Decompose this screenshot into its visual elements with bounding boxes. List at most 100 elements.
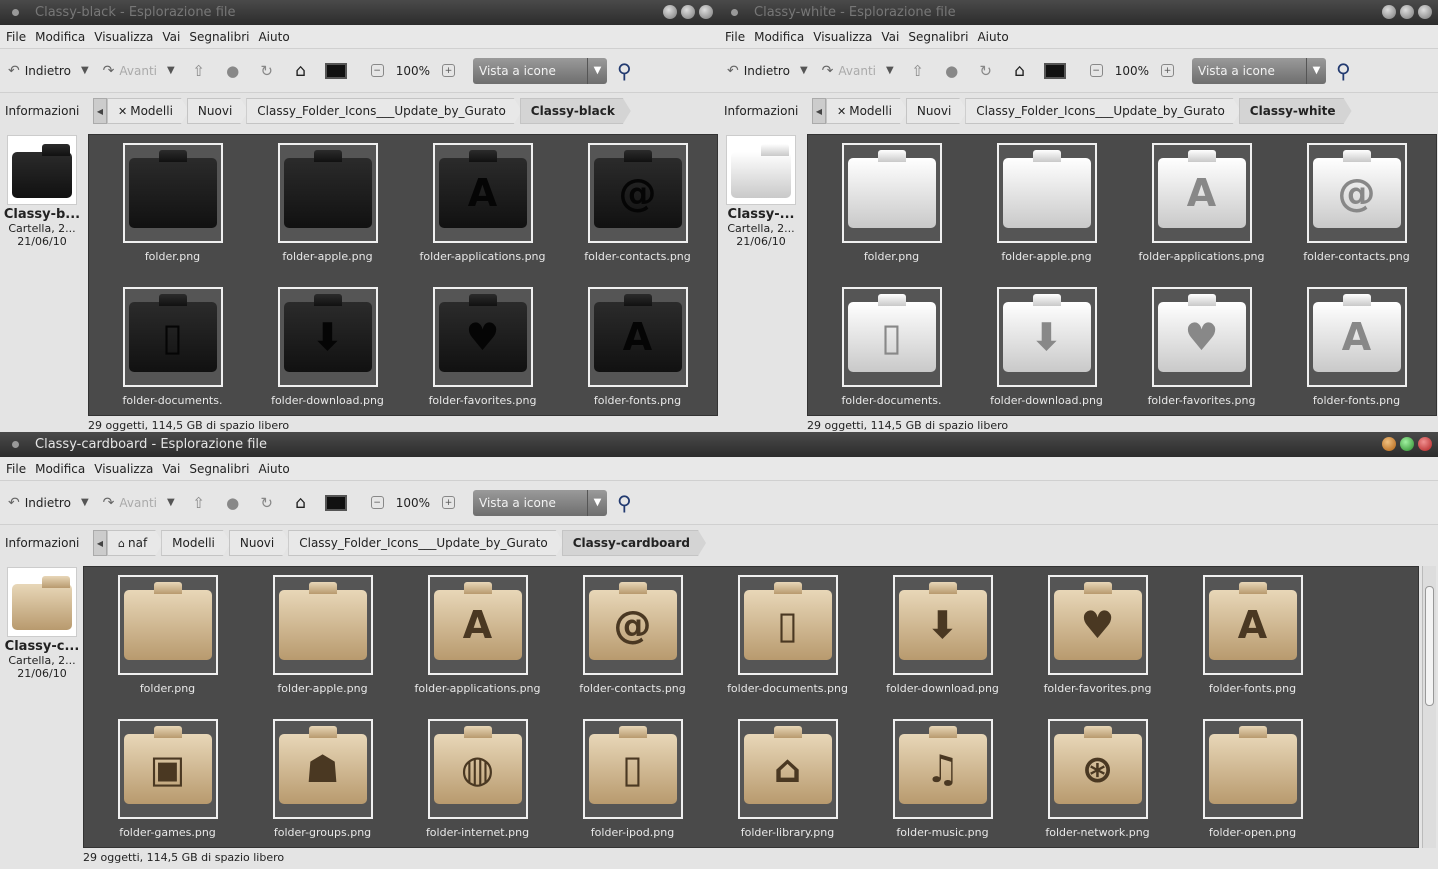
- file-name[interactable]: folder-contacts.png: [560, 249, 715, 264]
- file-item[interactable]: Afolder-fonts.png: [1175, 575, 1330, 696]
- file-name[interactable]: folder-fonts.png: [1175, 681, 1330, 696]
- menu-item[interactable]: Visualizza: [813, 30, 872, 44]
- stop-icon[interactable]: ●: [942, 61, 962, 81]
- computer-icon[interactable]: [324, 494, 347, 511]
- breadcrumb-item[interactable]: Classy-white: [1239, 98, 1352, 124]
- file-name[interactable]: folder-download.png: [250, 393, 405, 408]
- breadcrumb-item[interactable]: ✕ Modelli: [826, 98, 908, 124]
- file-thumbnail[interactable]: ♫: [892, 719, 993, 819]
- search-icon[interactable]: ⚲: [617, 491, 632, 515]
- file-name[interactable]: folder-library.png: [710, 825, 865, 840]
- breadcrumb-item[interactable]: Classy-cardboard: [562, 530, 706, 556]
- menu-item[interactable]: Vai: [162, 462, 180, 476]
- file-item[interactable]: folder-apple.png: [969, 143, 1124, 264]
- file-thumbnail[interactable]: A: [587, 287, 688, 387]
- file-thumbnail[interactable]: A: [1306, 287, 1407, 387]
- close-button[interactable]: [1418, 437, 1432, 451]
- file-thumbnail[interactable]: ♥: [1151, 287, 1252, 387]
- window-menu-icon[interactable]: [12, 441, 19, 448]
- file-thumbnail[interactable]: ▣: [117, 719, 218, 819]
- menu-item[interactable]: File: [725, 30, 745, 44]
- window-menu-icon[interactable]: [731, 9, 738, 16]
- breadcrumb-item[interactable]: Nuovi: [229, 530, 290, 556]
- file-thumbnail[interactable]: ⬇: [277, 287, 378, 387]
- file-item[interactable]: ⬇ folder-download.png: [865, 575, 1020, 696]
- file-item[interactable]: @ folder-contacts.png: [555, 575, 710, 696]
- file-item[interactable]: ♥ folder-favorites.png: [405, 287, 560, 408]
- zoom-out-icon[interactable]: −: [370, 496, 384, 509]
- title-bar[interactable]: Classy-black - Esplorazione file: [0, 0, 719, 25]
- breadcrumb-item[interactable]: Nuovi: [187, 98, 248, 124]
- breadcrumb-item[interactable]: Classy_Folder_Icons___Update_by_Gurato: [965, 98, 1241, 124]
- file-thumbnail[interactable]: ☗: [272, 719, 373, 819]
- back-history-dropdown-icon[interactable]: ▼: [81, 65, 89, 76]
- close-button[interactable]: [1418, 5, 1432, 19]
- file-item[interactable]: @ folder-contacts.png: [1279, 143, 1434, 264]
- title-bar[interactable]: Classy-white - Esplorazione file: [719, 0, 1438, 25]
- file-item[interactable]: ▯ folder-ipod.png: [555, 719, 710, 840]
- minimize-button[interactable]: [1382, 5, 1396, 19]
- file-thumbnail[interactable]: @: [582, 575, 683, 675]
- path-scroll-left-icon[interactable]: ◀: [812, 98, 826, 124]
- minimize-button[interactable]: [1382, 437, 1396, 451]
- back-history-dropdown-icon[interactable]: ▼: [81, 497, 89, 508]
- menu-item[interactable]: Modifica: [35, 462, 85, 476]
- file-name[interactable]: folder-documents.: [95, 393, 250, 408]
- file-item[interactable]: ♥ folder-favorites.png: [1020, 575, 1175, 696]
- file-item[interactable]: folder.png: [95, 143, 250, 264]
- file-item[interactable]: folder.png: [90, 575, 245, 696]
- menu-item[interactable]: Vai: [881, 30, 899, 44]
- up-arrow-icon[interactable]: ⇧: [189, 61, 209, 81]
- file-item[interactable]: folder-apple.png: [245, 575, 400, 696]
- file-thumbnail[interactable]: [272, 575, 373, 675]
- file-item[interactable]: ♥ folder-favorites.png: [1124, 287, 1279, 408]
- computer-icon[interactable]: [1043, 62, 1066, 79]
- file-thumbnail[interactable]: [841, 143, 942, 243]
- file-item[interactable]: Afolder-applications.png: [1124, 143, 1279, 264]
- file-item[interactable]: Afolder-applications.png: [405, 143, 560, 264]
- back-button[interactable]: ↶ Indietro ▼: [8, 63, 89, 79]
- zoom-level[interactable]: 100%: [1115, 64, 1149, 78]
- file-name[interactable]: folder.png: [814, 249, 969, 264]
- menu-item[interactable]: Aiuto: [977, 30, 1008, 44]
- back-button[interactable]: ↶ Indietro ▼: [8, 495, 89, 511]
- zoom-in-icon[interactable]: +: [1161, 64, 1174, 77]
- reload-icon[interactable]: ↻: [976, 61, 996, 81]
- search-icon[interactable]: ⚲: [1336, 59, 1351, 83]
- chevron-down-icon[interactable]: ▼: [587, 57, 607, 84]
- file-name[interactable]: folder-apple.png: [969, 249, 1124, 264]
- file-name[interactable]: folder.png: [90, 681, 245, 696]
- chevron-down-icon[interactable]: ▼: [587, 489, 607, 516]
- file-name[interactable]: folder-apple.png: [250, 249, 405, 264]
- menu-item[interactable]: Visualizza: [94, 30, 153, 44]
- file-item[interactable]: ▯ folder-documents.: [814, 287, 969, 408]
- file-thumbnail[interactable]: ♥: [432, 287, 533, 387]
- zoom-in-icon[interactable]: +: [442, 496, 455, 509]
- file-name[interactable]: folder-download.png: [969, 393, 1124, 408]
- file-name[interactable]: folder-applications.png: [400, 681, 555, 696]
- vertical-scrollbar[interactable]: [1422, 566, 1436, 848]
- breadcrumb-item[interactable]: Modelli: [161, 530, 231, 556]
- file-thumbnail[interactable]: A: [1151, 143, 1252, 243]
- minimize-button[interactable]: [663, 5, 677, 19]
- file-thumbnail[interactable]: ⊛: [1047, 719, 1148, 819]
- file-name[interactable]: folder-games.png: [90, 825, 245, 840]
- menu-item[interactable]: Visualizza: [94, 462, 153, 476]
- maximize-button[interactable]: [1400, 437, 1414, 451]
- file-name[interactable]: folder-open.png: [1175, 825, 1330, 840]
- forward-button[interactable]: ↷ Avanti ▼: [822, 63, 894, 79]
- back-button[interactable]: ↶ Indietro ▼: [727, 63, 808, 79]
- window-menu-icon[interactable]: [12, 9, 19, 16]
- menu-item[interactable]: Aiuto: [258, 30, 289, 44]
- menu-item[interactable]: Aiuto: [258, 462, 289, 476]
- forward-history-dropdown-icon[interactable]: ▼: [886, 65, 894, 76]
- back-history-dropdown-icon[interactable]: ▼: [800, 65, 808, 76]
- reload-icon[interactable]: ↻: [257, 493, 277, 513]
- view-mode-select[interactable]: Vista a icone ▼: [1192, 57, 1326, 84]
- file-item[interactable]: folder-apple.png: [250, 143, 405, 264]
- up-arrow-icon[interactable]: ⇧: [908, 61, 928, 81]
- zoom-level[interactable]: 100%: [396, 64, 430, 78]
- zoom-out-icon[interactable]: −: [1089, 64, 1103, 77]
- file-name[interactable]: folder-music.png: [865, 825, 1020, 840]
- file-thumbnail[interactable]: ◍: [427, 719, 528, 819]
